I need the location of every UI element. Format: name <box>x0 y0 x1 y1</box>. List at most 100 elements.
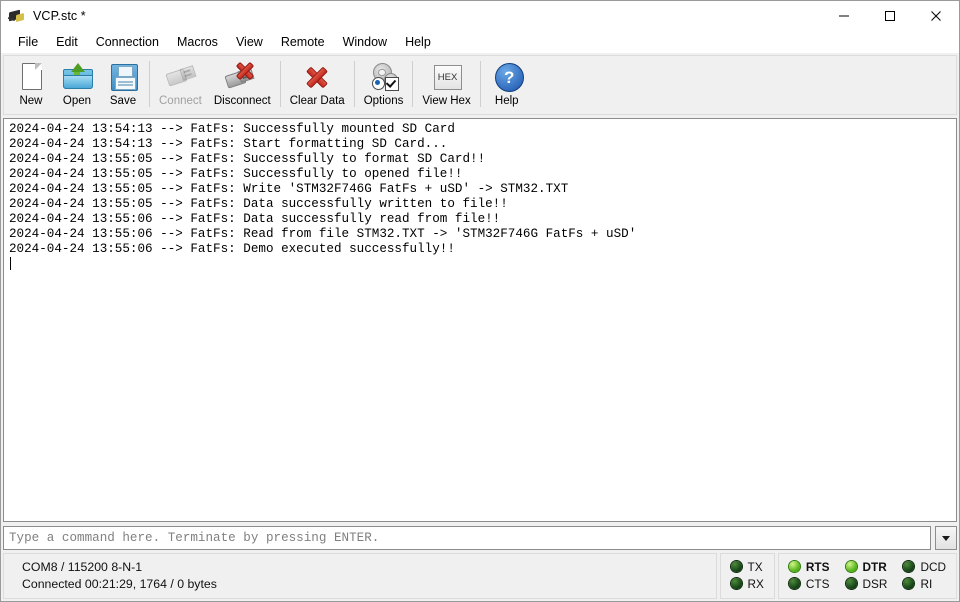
menu-item-remote[interactable]: Remote <box>272 32 334 52</box>
terminal-line: 2024-04-24 13:55:05 --> FatFs: Data succ… <box>9 197 508 211</box>
led-indicator <box>730 561 742 572</box>
help-question-icon: ? <box>490 61 524 93</box>
terminal-line: 2024-04-24 13:55:05 --> FatFs: Successfu… <box>9 167 463 181</box>
open-folder-icon <box>60 61 94 93</box>
menu-item-help[interactable]: Help <box>396 32 440 52</box>
clear-data-button-label: Clear Data <box>289 95 345 107</box>
window-controls <box>821 1 959 31</box>
save-floppy-icon <box>106 61 140 93</box>
terminal-line: 2024-04-24 13:55:06 --> FatFs: Read from… <box>9 227 637 241</box>
toolbar-separator <box>412 61 414 107</box>
terminal-caret-line <box>9 257 952 273</box>
new-button-label: New <box>19 95 43 107</box>
command-bar: Type a command here. Terminate by pressi… <box>3 525 957 551</box>
text-caret <box>10 257 11 270</box>
status-port-line: COM8 / 115200 8-N-1 <box>22 560 143 574</box>
led-label: RI <box>920 576 933 591</box>
save-button[interactable]: Save <box>100 59 146 111</box>
red-x-icon <box>300 61 334 93</box>
terminal-line: 2024-04-24 13:55:06 --> FatFs: Data succ… <box>9 212 501 226</box>
open-button[interactable]: Open <box>54 59 100 111</box>
menu-item-window[interactable]: Window <box>334 32 396 52</box>
terminal-line: 2024-04-24 13:55:05 --> FatFs: Write 'ST… <box>9 182 569 196</box>
terminal-line: 2024-04-24 13:54:13 --> FatFs: Start for… <box>9 137 448 151</box>
menu-item-file[interactable]: File <box>9 32 47 52</box>
title-bar: VCP.stc * <box>1 1 959 31</box>
led-rts: RTS <box>788 559 830 574</box>
led-tx: TX <box>730 559 764 574</box>
new-document-icon <box>14 61 48 93</box>
hex-icon: HEX <box>430 61 464 93</box>
led-label: RX <box>747 576 764 591</box>
window-title: VCP.stc * <box>33 9 86 23</box>
toolbar-separator <box>279 61 281 107</box>
led-indicator <box>845 578 857 589</box>
command-history-dropdown[interactable] <box>935 526 957 550</box>
connect-button-label: Connect <box>159 95 202 107</box>
close-button[interactable] <box>913 1 959 31</box>
led-indicator <box>730 578 742 589</box>
chevron-down-icon <box>942 535 950 541</box>
terminal-line: 2024-04-24 13:54:13 --> FatFs: Successfu… <box>9 122 455 136</box>
maximize-button[interactable] <box>867 1 913 31</box>
disconnect-button-label: Disconnect <box>213 95 271 107</box>
menu-item-connection[interactable]: Connection <box>87 32 168 52</box>
options-button-label: Options <box>363 95 404 107</box>
usb-disconnect-icon <box>224 61 259 93</box>
menu-item-macros[interactable]: Macros <box>168 32 227 52</box>
menu-bar: File Edit Connection Macros View Remote … <box>1 31 959 53</box>
led-label: RTS <box>805 559 830 574</box>
minimize-button[interactable] <box>821 1 867 31</box>
led-indicator <box>845 561 857 572</box>
led-ri: RI <box>903 578 946 590</box>
app-icon <box>7 7 26 25</box>
data-led-group: TX RX <box>719 553 775 599</box>
options-button[interactable]: Options <box>358 59 410 111</box>
view-hex-button-label: View Hex <box>422 95 471 107</box>
signal-led-group: RTS CTS DTR DSR DCD RI <box>777 553 957 599</box>
new-button[interactable]: New <box>8 59 54 111</box>
clear-data-button[interactable]: Clear Data <box>284 59 351 111</box>
terminal-line: 2024-04-24 13:55:06 --> FatFs: Demo exec… <box>9 242 455 256</box>
view-hex-button[interactable]: HEX View Hex <box>416 59 476 111</box>
led-label: DCD <box>920 559 946 574</box>
open-button-label: Open <box>62 95 92 107</box>
status-bar: COM8 / 115200 8-N-1 Connected 00:21:29, … <box>3 553 957 599</box>
gears-options-icon <box>367 61 401 93</box>
led-indicator <box>903 561 915 572</box>
menu-item-view[interactable]: View <box>227 32 272 52</box>
status-info: COM8 / 115200 8-N-1 Connected 00:21:29, … <box>3 553 717 599</box>
led-label: DSR <box>862 576 888 591</box>
led-dtr: DTR <box>845 559 888 574</box>
terminal-line: 2024-04-24 13:55:05 --> FatFs: Successfu… <box>9 152 486 166</box>
toolbar-separator <box>353 61 355 107</box>
led-indicator <box>788 561 800 572</box>
led-rx: RX <box>730 576 764 591</box>
toolbar-container: New Open Save Connect Disconnect Clear D… <box>1 53 959 118</box>
disconnect-button[interactable]: Disconnect <box>208 59 277 111</box>
connect-button: Connect <box>153 59 208 111</box>
usb-connect-icon <box>163 61 197 93</box>
led-label: DTR <box>862 559 887 574</box>
toolbar: New Open Save Connect Disconnect Clear D… <box>3 55 957 115</box>
toolbar-separator <box>479 61 481 107</box>
hex-icon-text: HEX <box>433 65 462 90</box>
led-dsr: DSR <box>845 576 888 591</box>
led-label: TX <box>747 559 763 574</box>
led-cts: CTS <box>788 576 830 591</box>
terminal-lines: 2024-04-24 13:54:13 --> FatFs: Successfu… <box>4 119 956 273</box>
menu-item-edit[interactable]: Edit <box>47 32 87 52</box>
help-button-label: Help <box>494 95 519 107</box>
led-indicator <box>903 578 915 589</box>
application-window: VCP.stc * File Edit Connection Macros Vi… <box>0 0 960 602</box>
help-button[interactable]: ? Help <box>484 59 530 111</box>
led-dcd: DCD <box>903 561 946 573</box>
led-label: CTS <box>805 576 830 591</box>
help-icon-text: ? <box>494 63 524 92</box>
terminal-output[interactable]: 2024-04-24 13:54:13 --> FatFs: Successfu… <box>3 118 957 522</box>
toolbar-separator <box>149 61 150 107</box>
status-connection-line: Connected 00:21:29, 1764 / 0 bytes <box>22 577 217 591</box>
command-input[interactable]: Type a command here. Terminate by pressi… <box>3 526 931 550</box>
command-input-placeholder: Type a command here. Terminate by pressi… <box>9 531 380 545</box>
led-indicator <box>788 578 800 589</box>
